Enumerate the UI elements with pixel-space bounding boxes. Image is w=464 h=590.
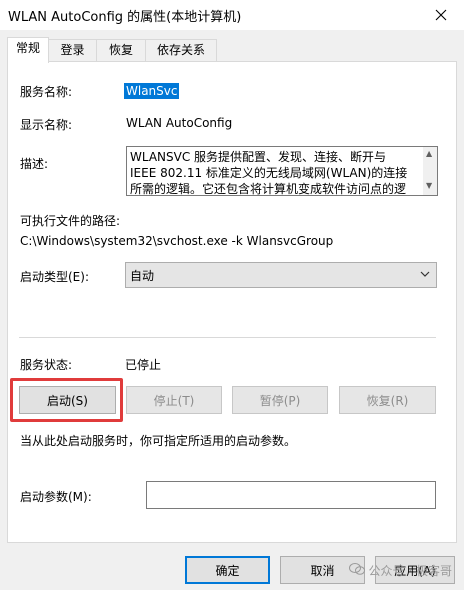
service-status-value: 已停止	[125, 358, 162, 372]
hint-text: 当从此处启动服务时，你可指定所适用的启动参数。	[20, 434, 297, 448]
divider	[19, 337, 436, 338]
tab-logon[interactable]: 登录	[48, 39, 97, 62]
description-text: WLANSVC 服务提供配置、发现、连接、断开与 IEEE 802.11 标准定…	[130, 150, 408, 196]
scroll-down-icon[interactable]: ▼	[426, 181, 432, 190]
general-panel	[7, 61, 457, 543]
close-button[interactable]	[418, 0, 464, 30]
exe-path-value: C:\Windows\system32\svchost.exe -k Wlans…	[20, 234, 334, 248]
start-button[interactable]: 启动(S)	[19, 386, 116, 414]
service-status-label: 服务状态:	[20, 358, 73, 372]
display-name-label: 显示名称:	[20, 118, 73, 132]
wechat-icon	[348, 562, 365, 579]
resume-button[interactable]: 恢复(R)	[339, 386, 436, 414]
scroll-up-icon[interactable]: ▲	[426, 149, 432, 158]
window-title: WLAN AutoConfig 的属性(本地计算机)	[8, 10, 242, 25]
service-name-label: 服务名称:	[20, 85, 73, 99]
chevron-down-icon	[420, 266, 430, 285]
startup-type-select[interactable]: 自动	[125, 262, 437, 288]
start-params-label: 启动参数(M):	[20, 490, 92, 504]
startup-type-label: 启动类型(E):	[20, 270, 89, 284]
pause-button[interactable]: 暂停(P)	[232, 386, 328, 414]
tab-dependencies[interactable]: 依存关系	[145, 39, 217, 62]
watermark-text: 公众号 · 极客哥	[368, 564, 452, 578]
display-name-value[interactable]: WLAN AutoConfig	[126, 116, 232, 130]
exe-path-label: 可执行文件的路径:	[20, 214, 121, 228]
close-icon	[435, 9, 447, 21]
stop-button[interactable]: 停止(T)	[126, 386, 222, 414]
start-params-input[interactable]	[146, 481, 436, 509]
service-name-value[interactable]: WlanSvc	[124, 83, 180, 99]
tab-recovery[interactable]: 恢复	[96, 39, 146, 62]
description-box[interactable]: WLANSVC 服务提供配置、发现、连接、断开与 IEEE 802.11 标准定…	[126, 146, 438, 196]
description-label: 描述:	[20, 157, 49, 171]
description-scrollbar[interactable]: ▲ ▼	[423, 147, 437, 195]
startup-type-value: 自动	[130, 269, 155, 283]
ok-button[interactable]: 确定	[185, 556, 270, 584]
title-bar: WLAN AutoConfig 的属性(本地计算机)	[0, 0, 464, 30]
tab-general[interactable]: 常规	[7, 37, 49, 63]
watermark: 公众号 · 极客哥	[348, 562, 452, 579]
